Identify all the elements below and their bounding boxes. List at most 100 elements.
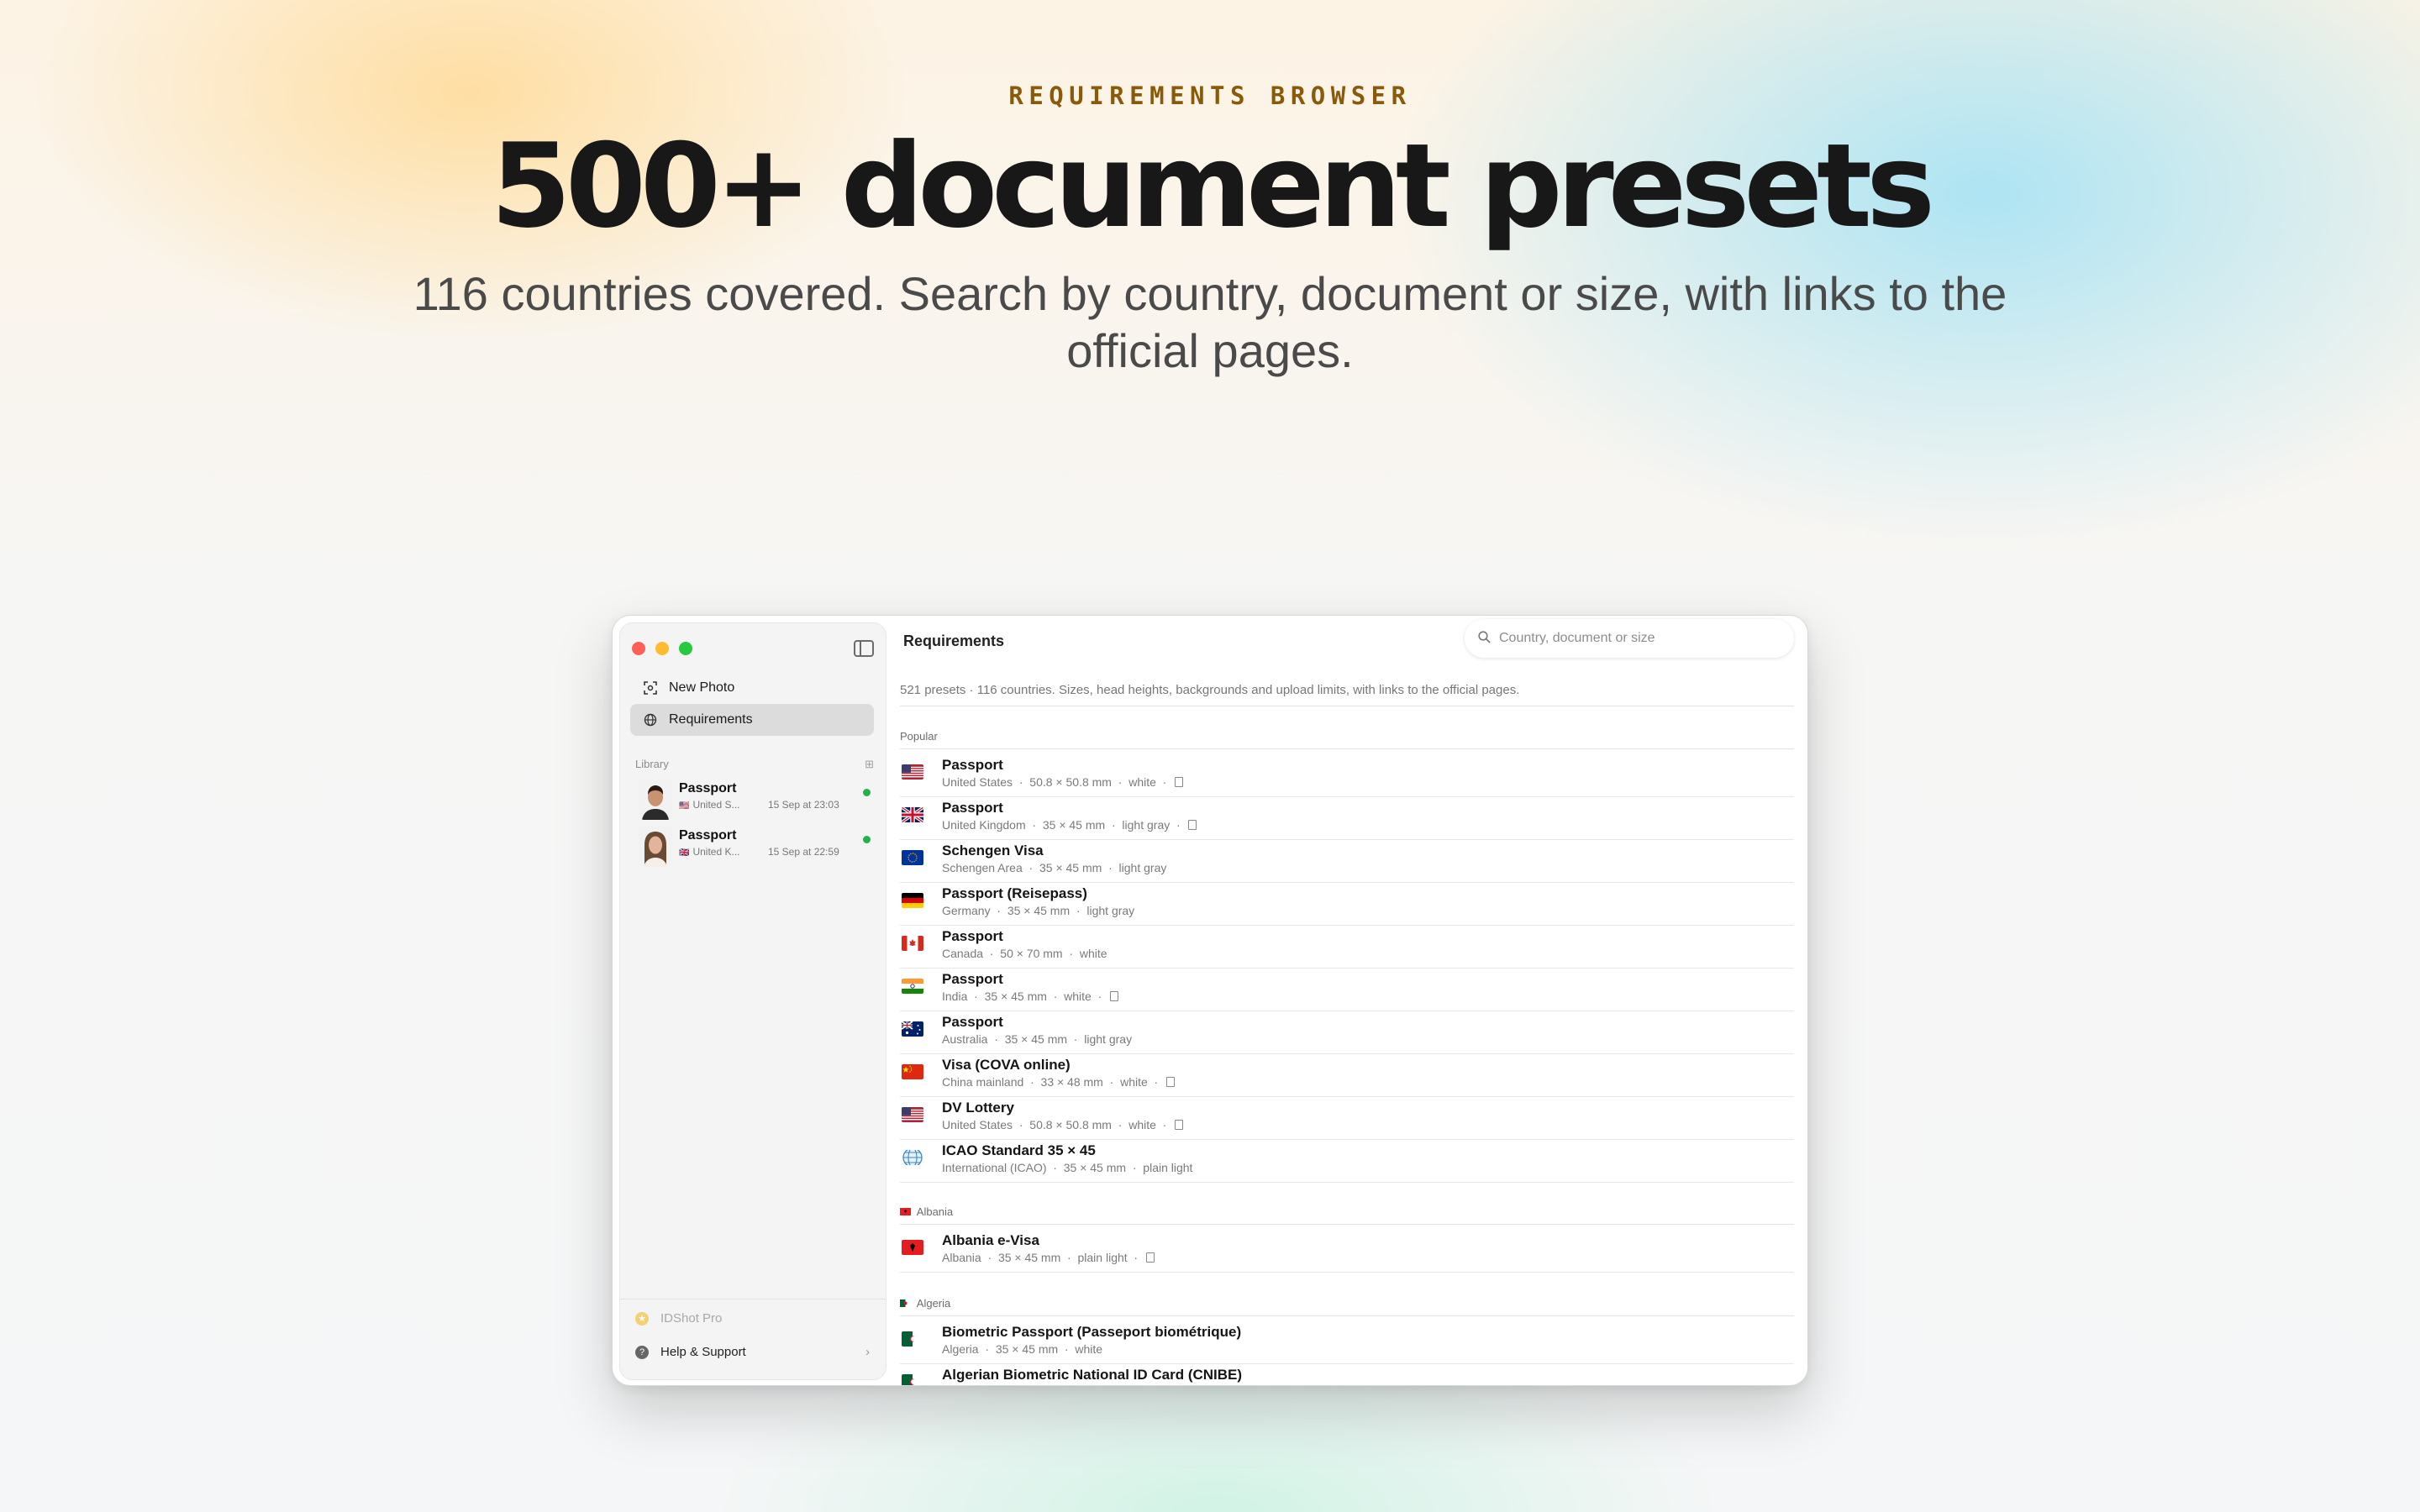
help-label: Help & Support xyxy=(660,1345,746,1359)
zoom-button[interactable] xyxy=(679,642,692,655)
preset-country: China mainland xyxy=(942,1075,1024,1089)
section-header-algeria: Algeria xyxy=(900,1297,1794,1316)
status-dot xyxy=(863,836,871,843)
preset-title: ICAO Standard 35 × 45 xyxy=(942,1142,1096,1158)
sidebar-toggle-icon[interactable] xyxy=(854,640,874,657)
eyebrow: REQUIREMENTS BROWSER xyxy=(1008,81,1412,110)
camera-viewfinder-icon xyxy=(642,680,659,696)
document-icon xyxy=(1145,1252,1155,1263)
sidebar: New Photo Requirements Library ⊞ Passpor… xyxy=(619,622,886,1380)
preset-meta: Schengen Area · 35 × 45 mm · light gray xyxy=(942,861,1167,874)
preset-size: 35 × 45 mm xyxy=(1004,1032,1068,1046)
preset-meta: Australia · 35 × 45 mm · light gray xyxy=(942,1032,1133,1046)
presets-summary: 521 presets · 116 countries. Sizes, head… xyxy=(900,683,1794,706)
preset-row[interactable]: Passport Canada · 50 × 70 mm · white xyxy=(900,926,1794,969)
flag-icon xyxy=(902,979,923,994)
sidebar-footer: ★ IDShot Pro ? Help & Support › xyxy=(620,1299,886,1379)
library-item-title: Passport xyxy=(679,828,737,843)
preset-row[interactable]: Passport United Kingdom · 35 × 45 mm · l… xyxy=(900,797,1794,840)
pro-item[interactable]: ★ IDShot Pro xyxy=(635,1311,722,1326)
flag-icon xyxy=(902,1150,923,1165)
preset-row[interactable]: Biometric Passport (Passeport biométriqu… xyxy=(900,1321,1794,1364)
preset-title: DV Lottery xyxy=(942,1100,1014,1116)
library-header: Library ⊞ xyxy=(635,758,874,770)
flag-icon xyxy=(902,807,923,822)
preset-row[interactable]: Schengen Visa Schengen Area · 35 × 45 mm… xyxy=(900,840,1794,883)
flag-icon xyxy=(902,850,923,865)
preset-size: 35 × 45 mm xyxy=(984,990,1047,1003)
preset-background: white xyxy=(1064,990,1092,1003)
preset-row[interactable]: Passport (Reisepass) Germany · 35 × 45 m… xyxy=(900,883,1794,926)
preset-row[interactable]: Passport United States · 50.8 × 50.8 mm … xyxy=(900,754,1794,797)
sidebar-item-requirements[interactable]: Requirements xyxy=(630,704,874,736)
search-icon xyxy=(1478,631,1491,646)
preset-size: 35 × 45 mm xyxy=(1063,1161,1127,1174)
preset-row[interactable]: DV Lottery United States · 50.8 × 50.8 m… xyxy=(900,1097,1794,1140)
preset-meta: China mainland · 33 × 48 mm · white · xyxy=(942,1075,1176,1089)
preset-row[interactable]: Visa (COVA online) China mainland · 33 ×… xyxy=(900,1054,1794,1097)
preset-background: light gray xyxy=(1118,861,1167,874)
flag-icon: 🇬🇧 xyxy=(679,848,690,858)
preset-background: plain light xyxy=(1077,1251,1128,1264)
app-window: New Photo Requirements Library ⊞ Passpor… xyxy=(612,615,1808,1386)
section-header-albania: Albania xyxy=(900,1205,1794,1225)
preset-country: Algeria xyxy=(942,1342,979,1356)
preset-title: Passport xyxy=(942,928,1003,944)
close-button[interactable] xyxy=(632,642,645,655)
avatar xyxy=(639,780,672,820)
library-item[interactable]: Passport 🇬🇧 United K... 15 Sep at 22:59 xyxy=(630,823,879,870)
preset-country: United States xyxy=(942,775,1013,789)
preset-row[interactable]: Passport India · 35 × 45 mm · white · xyxy=(900,969,1794,1011)
preset-country: Germany xyxy=(942,904,991,917)
preset-size: 35 × 45 mm xyxy=(1042,818,1106,832)
preset-row[interactable]: Passport Australia · 35 × 45 mm · light … xyxy=(900,1011,1794,1054)
flag-icon xyxy=(902,1331,923,1347)
preset-country: Australia xyxy=(942,1032,988,1046)
library-item-subtitle: 🇬🇧 United K... 15 Sep at 22:59 xyxy=(679,846,864,858)
preset-meta: International (ICAO) · 35 × 45 mm · plai… xyxy=(942,1161,1193,1174)
preset-country: United Kingdom xyxy=(942,818,1026,832)
library-label: Library xyxy=(635,758,669,770)
document-icon xyxy=(1188,820,1197,830)
preset-row[interactable]: Algerian Biometric National ID Card (CNI… xyxy=(900,1364,1794,1385)
preset-meta: India · 35 × 45 mm · white · xyxy=(942,990,1119,1003)
library-item[interactable]: Passport 🇺🇸 United S... 15 Sep at 23:03 xyxy=(630,776,879,823)
preset-size: 50 × 70 mm xyxy=(1000,947,1063,960)
help-support-item[interactable]: ? Help & Support › xyxy=(635,1345,870,1359)
preset-background: white xyxy=(1128,1118,1156,1131)
flag-icon xyxy=(902,893,923,908)
preset-meta: Algeria · 35 × 45 mm · white xyxy=(942,1342,1103,1356)
preset-size: 35 × 45 mm xyxy=(997,1251,1061,1264)
pro-label: IDShot Pro xyxy=(660,1311,723,1326)
chevron-right-icon: › xyxy=(865,1345,870,1359)
flag-icon xyxy=(902,1240,923,1255)
search-placeholder: Country, document or size xyxy=(1499,631,1655,645)
search-input[interactable]: Country, document or size xyxy=(1465,619,1794,658)
preset-row[interactable]: ICAO Standard 35 × 45 International (ICA… xyxy=(900,1140,1794,1183)
preset-size: 35 × 45 mm xyxy=(1007,904,1071,917)
sidebar-item-new-photo[interactable]: New Photo xyxy=(630,672,874,704)
preset-meta: United States · 50.8 × 50.8 mm · white · xyxy=(942,775,1184,789)
minimize-button[interactable] xyxy=(655,642,669,655)
preset-background: light gray xyxy=(1084,1032,1133,1046)
globe-icon xyxy=(642,711,659,728)
flag-icon xyxy=(902,1107,923,1122)
library-item-date: 15 Sep at 23:03 xyxy=(768,799,839,811)
preset-background: white xyxy=(1079,947,1107,960)
flag-icon: 🇺🇸 xyxy=(679,801,690,811)
preset-meta: Canada · 50 × 70 mm · white xyxy=(942,947,1107,960)
status-dot xyxy=(863,789,871,796)
preset-size: 50.8 × 50.8 mm xyxy=(1029,775,1112,789)
preset-background: white xyxy=(1120,1075,1148,1089)
section-header-popular: Popular xyxy=(900,730,1794,749)
flag-icon xyxy=(900,1208,913,1218)
grid-icon[interactable]: ⊞ xyxy=(865,758,874,771)
preset-size: 33 × 48 mm xyxy=(1040,1075,1103,1089)
flag-icon xyxy=(902,1064,923,1079)
headline: 500+ document presets xyxy=(490,118,1935,254)
preset-row[interactable]: Albania e-Visa Albania · 35 × 45 mm · pl… xyxy=(900,1230,1794,1273)
subtitle: 116 countries covered. Search by country… xyxy=(413,267,2007,377)
flag-icon xyxy=(902,1374,923,1385)
star-icon: ★ xyxy=(635,1311,649,1326)
flag-icon xyxy=(900,1299,913,1310)
